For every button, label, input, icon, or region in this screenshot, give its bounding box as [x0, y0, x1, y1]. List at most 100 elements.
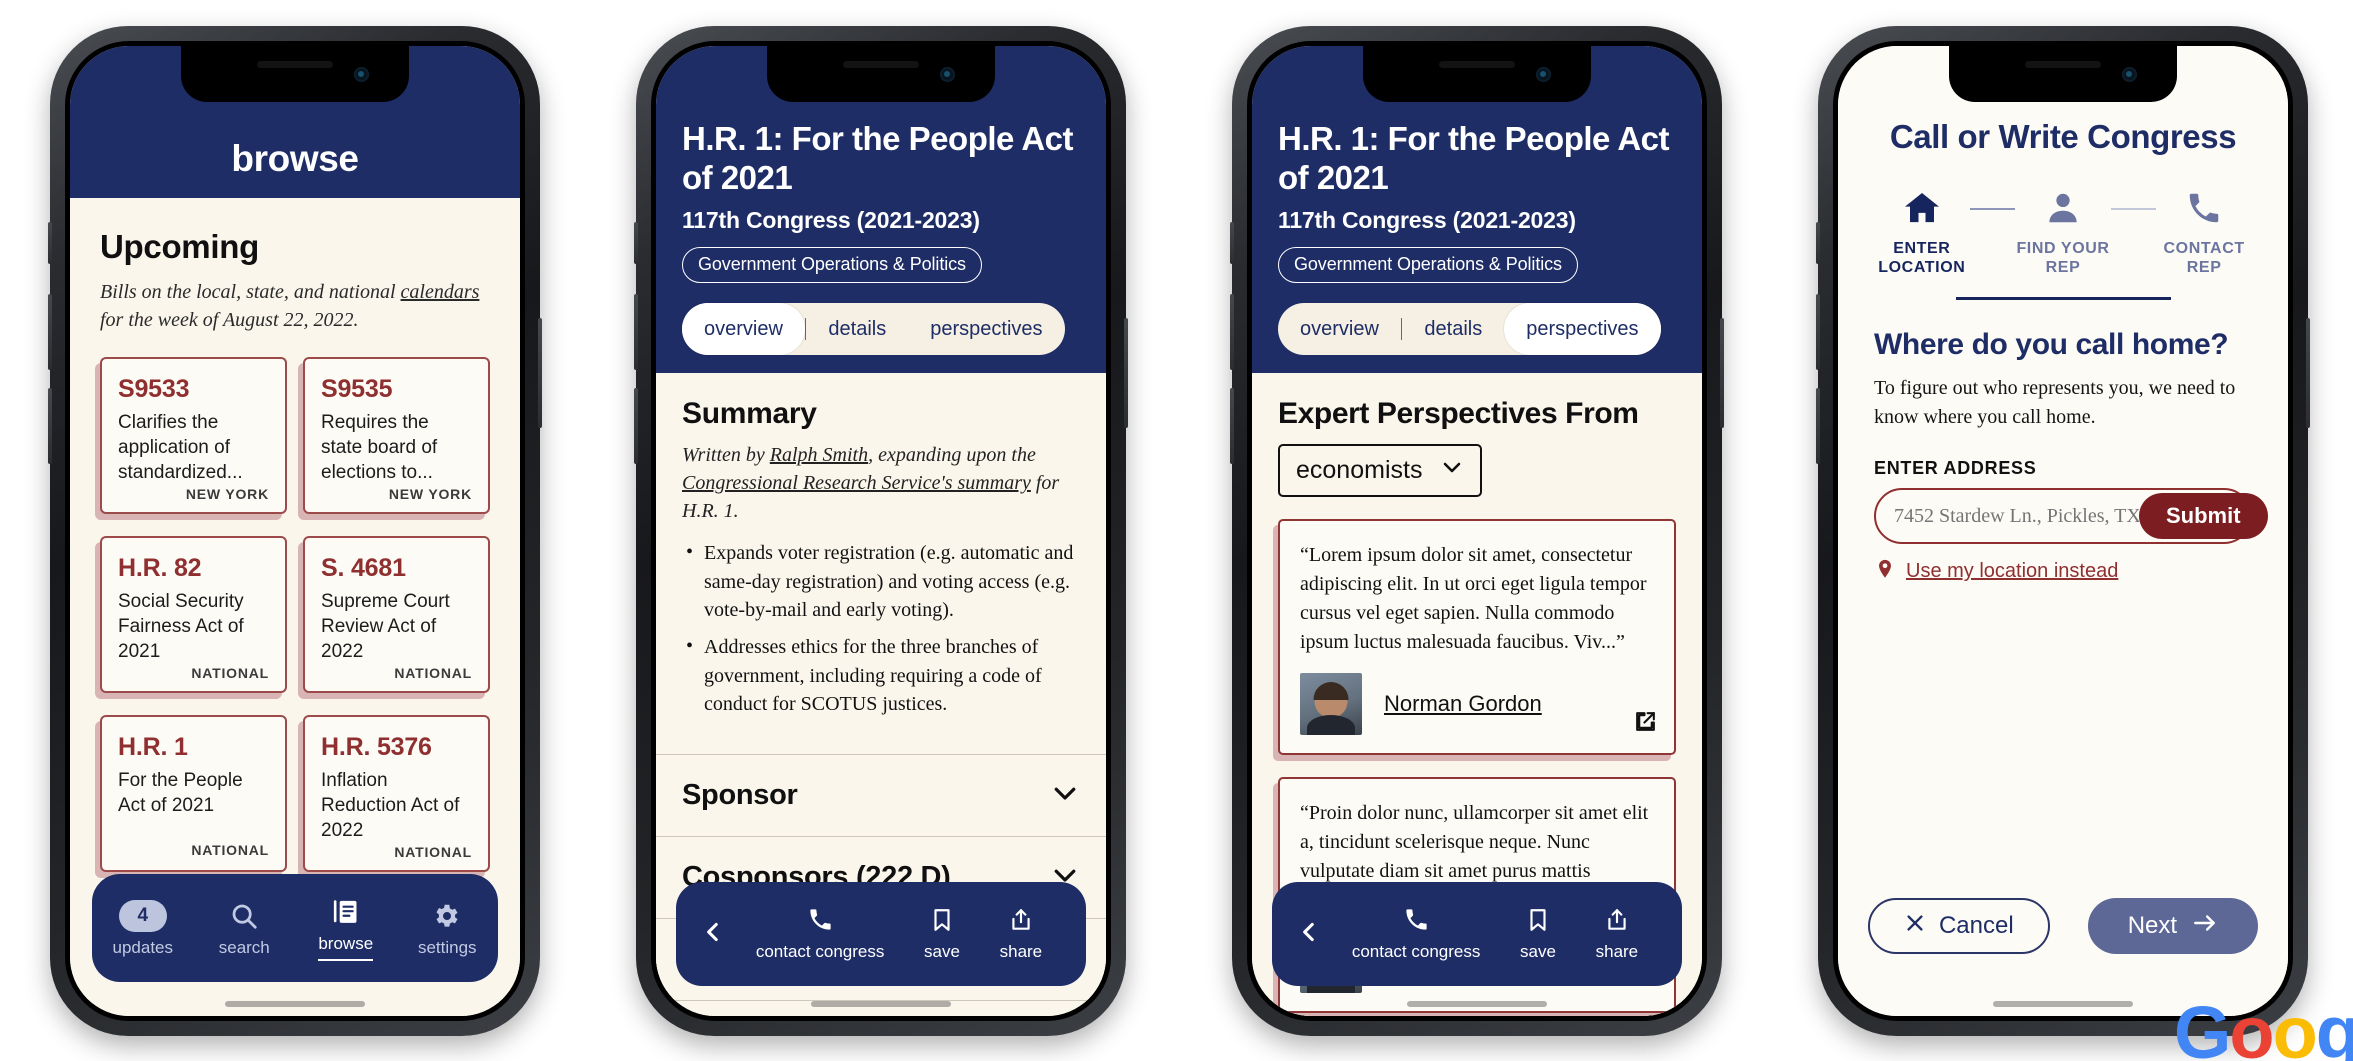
- step-enter-location[interactable]: ENTER LOCATION: [1874, 186, 1970, 277]
- bill-description: For the People Act of 2021: [118, 769, 243, 817]
- summary-byline: Written by Ralph Smith, expanding upon t…: [682, 441, 1080, 525]
- form-footer: Cancel Next: [1867, 898, 2259, 954]
- summary-heading: Summary: [682, 397, 817, 431]
- chevron-left-icon[interactable]: [1296, 919, 1332, 950]
- address-input[interactable]: [1894, 504, 2139, 528]
- calendars-link[interactable]: calendars: [401, 281, 480, 303]
- arrow-right-icon: [2192, 910, 2218, 943]
- watermark-letter: g: [2315, 991, 2353, 1061]
- bill-card[interactable]: H.R. 1 For the People Act of 2021 NATION…: [100, 714, 287, 872]
- bill-number: S. 4681: [321, 553, 406, 582]
- bill-description: Social Security Fairness Act of 2021: [118, 590, 244, 663]
- share-button[interactable]: share: [1595, 907, 1639, 962]
- address-input-wrapper: Submit: [1874, 488, 2268, 545]
- bill-action-bar: contact congress save share: [676, 882, 1086, 986]
- category-chip[interactable]: Government Operations & Politics: [1278, 247, 1578, 284]
- subtitle-text-1: Bills on the local, state, and national: [100, 281, 401, 303]
- quote-footer: Norman Gordon: [1300, 673, 1654, 736]
- bill-description: Supreme Court Review Act of 2022: [321, 590, 450, 663]
- section-title: Upcoming: [100, 228, 259, 265]
- save-button[interactable]: save: [924, 907, 960, 962]
- share-button[interactable]: share: [999, 907, 1043, 962]
- byline-mid: , expanding upon the: [868, 444, 1036, 467]
- phone-mockup-contact-congress: Call or Write Congress ENTER LOCATION FI…: [1816, 26, 2310, 1036]
- bill-description: Requires the state board of elections to…: [321, 411, 438, 484]
- step-contact-rep[interactable]: CONTACT REP: [2156, 186, 2252, 277]
- use-location-row[interactable]: Use my location instead: [1874, 558, 2252, 585]
- tab-browse[interactable]: browse: [300, 895, 392, 961]
- tab-settings[interactable]: settings: [401, 899, 493, 958]
- bill-card[interactable]: S9535 Requires the state board of electi…: [303, 356, 490, 514]
- step-connector: [2110, 208, 2157, 210]
- step-label: FIND YOUR REP: [2016, 240, 2110, 277]
- screenshot-stage: browse Upcoming Bills on the local, stat…: [0, 0, 2353, 1061]
- phone-notch: [1363, 46, 1591, 102]
- watermark-letter: o: [2229, 991, 2274, 1061]
- summary-bullet: Addresses ethics for the three branches …: [682, 632, 1080, 718]
- home-indicator: [1993, 1001, 2133, 1007]
- action-label: share: [999, 941, 1043, 961]
- category-chip[interactable]: Government Operations & Politics: [682, 247, 982, 284]
- step-find-rep[interactable]: FIND YOUR REP: [2015, 186, 2111, 277]
- perspectives-heading: Expert Perspectives From: [1278, 397, 1639, 431]
- contact-congress-button[interactable]: contact congress: [1351, 906, 1481, 962]
- chevron-left-icon[interactable]: [700, 919, 736, 950]
- tab-details[interactable]: details: [806, 303, 908, 355]
- perspectives-header: Expert Perspectives From economists: [1252, 373, 1702, 498]
- cancel-button[interactable]: Cancel: [1867, 898, 2050, 954]
- subtitle-text-2: for the week of August 22, 2022.: [100, 309, 359, 332]
- quote-author-link[interactable]: Norman Gordon: [1384, 691, 1542, 717]
- tab-label: search: [218, 937, 270, 957]
- page-title: Call or Write Congress: [1889, 118, 2237, 155]
- tab-details[interactable]: details: [1402, 303, 1504, 355]
- perspective-card[interactable]: “Lorem ipsum dolor sit amet, consectetur…: [1278, 519, 1676, 756]
- accordion-sponsor[interactable]: Sponsor: [656, 754, 1106, 837]
- tab-overview[interactable]: overview: [682, 303, 805, 356]
- home-indicator: [811, 1001, 951, 1007]
- bill-card[interactable]: S. 4681 Supreme Court Review Act of 2022…: [303, 535, 490, 693]
- cancel-label: Cancel: [1938, 912, 2014, 939]
- updates-count: 4: [118, 899, 167, 932]
- phone-icon: [807, 906, 834, 938]
- step-connector: [1969, 208, 2016, 210]
- bill-tabs: overview details perspectives: [682, 303, 1065, 356]
- share-icon: [1604, 907, 1630, 938]
- summary-bullet: Expands voter registration (e.g. automat…: [682, 538, 1080, 624]
- tab-perspectives[interactable]: perspectives: [908, 303, 1064, 355]
- address-field-label: ENTER ADDRESS: [1874, 458, 2037, 479]
- contact-congress-button[interactable]: contact congress: [755, 906, 885, 962]
- next-label: Next: [2127, 912, 2178, 939]
- phone-mockup-browse: browse Upcoming Bills on the local, stat…: [48, 26, 542, 1036]
- watermark-letter: G: [2173, 991, 2232, 1061]
- bill-card[interactable]: S9533 Clarifies the application of stand…: [100, 356, 287, 514]
- bill-card[interactable]: H.R. 5376 Inflation Reduction Act of 202…: [303, 714, 490, 872]
- bill-number: S9533: [118, 374, 190, 403]
- perspective-filter-select[interactable]: economists: [1278, 444, 1483, 498]
- next-button[interactable]: Next: [2087, 898, 2259, 954]
- step-label: CONTACT REP: [2163, 240, 2245, 277]
- tab-updates[interactable]: 4 updates: [97, 899, 189, 958]
- source-link[interactable]: Congressional Research Service's summary: [682, 472, 1031, 494]
- bill-jurisdiction: NATIONAL: [394, 843, 472, 860]
- submit-button[interactable]: Submit: [2139, 493, 2268, 540]
- documents-icon: [330, 895, 361, 929]
- tab-perspectives[interactable]: perspectives: [1504, 303, 1661, 356]
- bill-title: H.R. 1: For the People Act of 2021: [682, 120, 1074, 196]
- bottom-tab-bar: 4 updates search browse settings: [92, 874, 498, 982]
- action-label: contact congress: [755, 942, 885, 961]
- author-link[interactable]: Ralph Smith: [770, 444, 868, 466]
- action-label: contact congress: [1351, 942, 1481, 961]
- tab-overview[interactable]: overview: [1278, 303, 1401, 355]
- section-subtitle: Bills on the local, state, and national …: [100, 278, 490, 335]
- use-my-location-link[interactable]: Use my location instead: [1906, 560, 2118, 583]
- action-label: share: [1595, 941, 1639, 961]
- save-button[interactable]: save: [1520, 907, 1556, 962]
- phone-icon: [1403, 906, 1430, 938]
- tab-search[interactable]: search: [198, 899, 290, 958]
- home-indicator: [225, 1001, 365, 1007]
- bill-card[interactable]: H.R. 82 Social Security Fairness Act of …: [100, 535, 287, 693]
- updates-badge-icon: 4: [118, 899, 167, 933]
- external-link-icon[interactable]: [1633, 709, 1658, 739]
- phone-mockup-bill-overview: H.R. 1: For the People Act of 2021 117th…: [634, 26, 1128, 1036]
- phone-notch: [767, 46, 995, 102]
